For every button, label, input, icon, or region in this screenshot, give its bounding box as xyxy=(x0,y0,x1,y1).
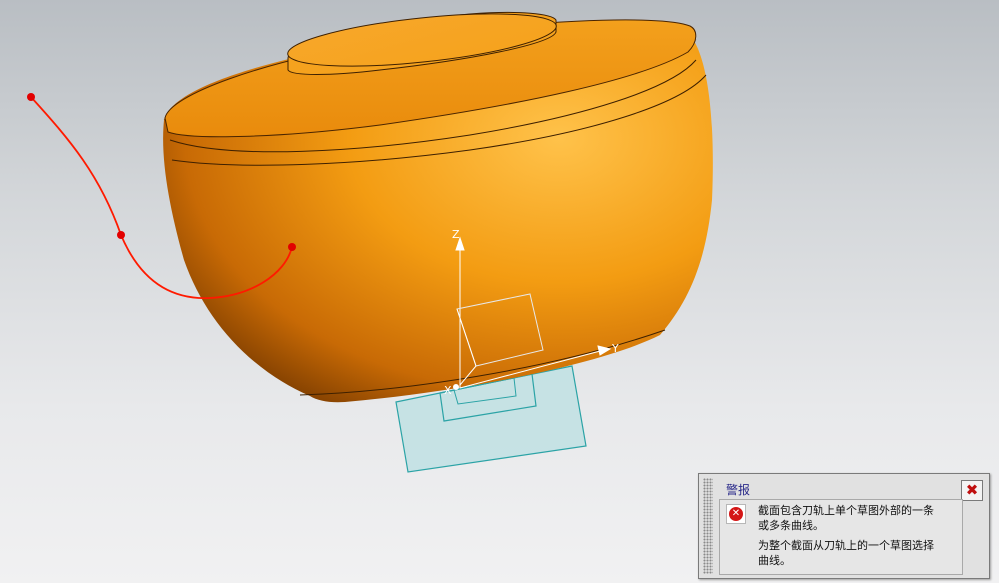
alert-message-line: 或多条曲线。 xyxy=(758,519,824,532)
bowl-body[interactable] xyxy=(163,19,713,403)
drag-grip[interactable] xyxy=(703,478,713,574)
alert-message-line: 为整个截面从刀轨上的一个草图选择 xyxy=(758,539,934,552)
error-icon: ✕ xyxy=(726,504,746,524)
curve-point[interactable] xyxy=(27,93,35,101)
y-axis-label: Y xyxy=(611,342,619,355)
curve-point[interactable] xyxy=(117,231,125,239)
alert-dialog[interactable]: 警报 ✖ ✕ 截面包含刀轨上单个草图外部的一条 或多条曲线。 为整个截面从刀轨上… xyxy=(698,473,990,579)
close-icon[interactable]: ✖ xyxy=(961,480,983,501)
z-axis-label: Z xyxy=(452,228,460,241)
curve-point[interactable] xyxy=(288,243,296,251)
x-axis-label: X xyxy=(444,384,452,397)
alert-message-line: 截面包含刀轨上单个草图外部的一条 xyxy=(758,504,934,517)
alert-message-box: ✕ 截面包含刀轨上单个草图外部的一条 或多条曲线。 为整个截面从刀轨上的一个草图… xyxy=(719,499,963,575)
alert-title: 警报 xyxy=(726,483,751,497)
wcs-origin[interactable] xyxy=(453,384,459,390)
alert-message-line: 曲线。 xyxy=(758,554,791,567)
